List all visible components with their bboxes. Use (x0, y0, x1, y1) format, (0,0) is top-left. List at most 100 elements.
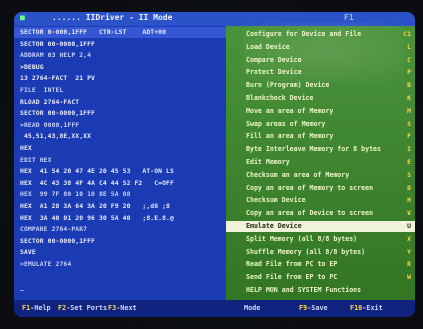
function-key[interactable]: F2-Set Ports (58, 304, 107, 312)
function-key-label: -Save (307, 304, 328, 312)
menu-item[interactable]: Send File from EP to PC W (226, 272, 415, 283)
function-key-code: F3 (108, 304, 117, 312)
menu-item-label: Protect Device (246, 68, 302, 77)
menu-item-label: Read File from PC to EP (246, 260, 338, 269)
function-key-label: -Help (30, 304, 51, 312)
menu-item-label: Emulate Device (246, 222, 302, 230)
function-key-label: -Set Ports (66, 304, 108, 312)
menu-item[interactable]: Blankcheck Device K (226, 93, 415, 104)
menu-item[interactable]: Split Memory (all 8/8 bytes) X (226, 234, 415, 245)
console-line: HEX 41 54 20 47 4E 20 45 53 AT-ON LS (20, 167, 174, 176)
function-key-code: F2 (58, 304, 67, 312)
menu-item[interactable]: Burn (Program) Device B (226, 80, 415, 91)
menu-item-hotkey: W (407, 273, 411, 282)
menu-item[interactable]: Move an area of Memory M (226, 106, 415, 117)
function-key[interactable]: F10-Exit (350, 304, 383, 312)
menu-item-label: Send File from EP to PC (246, 273, 338, 282)
menu-item-label: Edit Memory (246, 158, 290, 166)
menu-item-hotkey: F (407, 132, 411, 141)
menu-item-label: Swap areas of Memory (246, 119, 326, 128)
menu-item-hotkey: S (407, 170, 411, 179)
command-console[interactable]: SECTOR 0-000,1FFF CTR-LST ADT+00 SECTOR 0… (14, 26, 226, 300)
console-line: >DEBUG (20, 62, 44, 71)
menu-item[interactable]: Byte Interleave Memory for 8 bytes I (226, 144, 415, 155)
function-key-code: F9 (299, 304, 308, 312)
console-line: SAVE (20, 248, 36, 257)
console-line: HEX 99 7F 80 10 10 8E 5A 08 (20, 190, 131, 199)
menu-item-hotkey: K (407, 94, 411, 102)
menu-item[interactable]: Shuffle Memory (all 8/8 bytes) Y (226, 247, 415, 258)
screen: ■ ...... IIDriver - II Mode F1 SECTOR 0-… (14, 12, 415, 317)
menu-item-hotkey: M (407, 106, 411, 115)
console-line: 13 2764-FACT 21 PV (20, 74, 96, 83)
title-bar: ■ ...... IIDriver - II Mode F1 (14, 12, 415, 26)
menu-item[interactable]: Protect Device P (226, 67, 415, 78)
menu-item[interactable]: Emulate Device U (226, 221, 415, 232)
menu-item[interactable]: Swap areas of Memory S (226, 119, 415, 130)
menu-item-label: Copy an area of Memory to screen (246, 183, 374, 192)
function-key[interactable]: Mode (244, 304, 260, 312)
console-line: 45,51,43,8E,XX,XX (20, 132, 92, 141)
console-line: RLOAD 2764-FACT (20, 97, 80, 106)
console-line: HEX 3A 40 01 20 96 30 5A 40 ;8.E.8.@ (20, 213, 174, 222)
function-key[interactable]: F1-Help (22, 304, 51, 312)
menu-item[interactable]: Configure for Device and File C1 (226, 29, 415, 40)
function-key[interactable]: F9-Save (299, 304, 328, 312)
console-line: HEX (20, 144, 32, 152)
menu-item-label: Blankcheck Device (246, 94, 314, 102)
menu-item-label: Split Memory (all 8/8 bytes) (246, 234, 358, 243)
menu-item-hotkey: I (407, 145, 411, 154)
console-line: EDIT HEX (20, 155, 52, 164)
function-menu: Configure for Device and File C1 Load Devi… (226, 26, 415, 300)
menu-item-label: Checksum an area of Memory (246, 170, 350, 179)
function-key-label: -Exit (362, 304, 383, 312)
menu-item[interactable]: Load Device L (226, 42, 415, 53)
menu-item-hotkey: C1 (403, 30, 411, 38)
console-line: >READ 0000,1FFF (20, 120, 80, 129)
menu-item-label: HELP MON and SYSTEM Functions (246, 286, 362, 294)
console-line: SECTOR 00-0000,1FFF (20, 236, 96, 245)
menu-item[interactable]: Copy an area of Device to screen V (226, 208, 415, 219)
menu-item[interactable]: Compare Device C (226, 55, 415, 66)
menu-item-label: Fill an area of Memory (246, 132, 334, 141)
menu-item-label: Configure for Device and File (246, 30, 362, 38)
console-line: ADDRAM 03 HELP 2,4 (20, 51, 92, 60)
menu-item-hotkey: Y (407, 247, 411, 256)
menu-item-label: Checksum Device (246, 196, 306, 205)
menu-item-hotkey: L (407, 42, 411, 51)
console-line: HEX A1 28 3A 64 3A 20 F9 20 ;,d8 ;8 (20, 202, 171, 210)
menu-item-hotkey: S (407, 119, 411, 128)
menu-item-hotkey: H (407, 196, 411, 205)
menu-item[interactable]: Checksum an area of Memory S (226, 170, 415, 181)
menu-item-hotkey: C (407, 55, 411, 64)
menu-item-label: Compare Device (246, 55, 302, 64)
menu-item-hotkey: D (407, 183, 411, 192)
function-key-code: F1 (22, 304, 31, 312)
title-right-label: F1 (344, 13, 354, 22)
menu-item[interactable]: HELP MON and SYSTEM Functions (226, 285, 415, 296)
menu-item-hotkey: V (407, 209, 411, 218)
menu-item-hotkey: R (407, 260, 411, 269)
console-line: FILE INTEL (20, 86, 64, 94)
menu-item[interactable]: Checksum Device H (226, 195, 415, 206)
selection-icon: ■ (20, 13, 25, 22)
menu-item-label: Shuffle Memory (all 8/8 bytes) (246, 247, 366, 256)
menu-item-hotkey: E (407, 158, 411, 166)
function-key-label: -Next (116, 304, 137, 312)
function-key-code: F10 (350, 304, 363, 312)
menu-item[interactable]: Fill an area of Memory F (226, 131, 415, 142)
menu-item[interactable]: Read File from PC to EP R (226, 259, 415, 270)
menu-item-label: Copy an area of Device to screen (246, 209, 374, 218)
menu-item[interactable]: Edit Memory E (226, 157, 415, 168)
menu-item-hotkey: U (407, 222, 411, 230)
status-bar: F1-Help F2-Set Ports F3-Next Mode F9-Save F10… (14, 300, 415, 317)
menu-item-label: Burn (Program) Device (246, 81, 330, 90)
menu-item[interactable]: Copy an area of Memory to screen D (226, 183, 415, 194)
menu-item-label: Move an area of Memory (246, 106, 334, 115)
console-line: SECTOR 00-0000,1FFF (20, 109, 96, 118)
function-key[interactable]: F3-Next (108, 304, 137, 312)
console-line: COMPARE 2764-PAR7 (20, 225, 88, 234)
console-line: >EMULATE 2764 (20, 260, 72, 268)
menu-item-hotkey: B (407, 81, 411, 90)
menu-item-hotkey: X (407, 234, 411, 243)
